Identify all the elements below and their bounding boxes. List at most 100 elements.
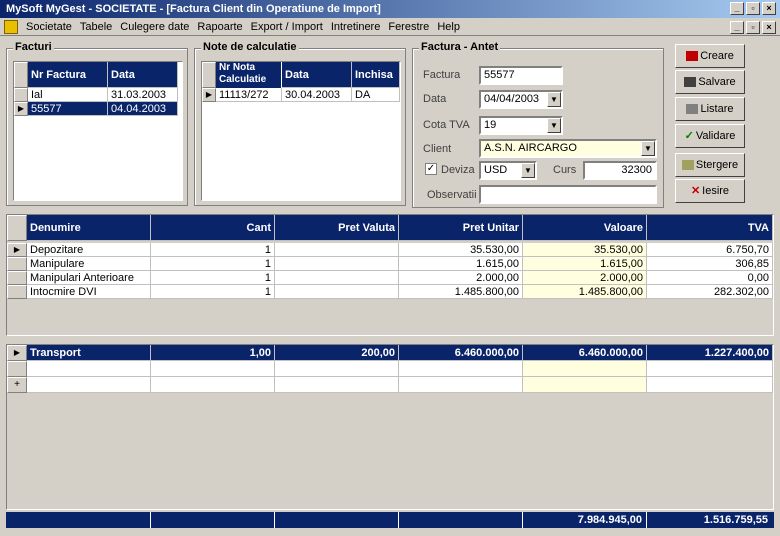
chevron-down-icon[interactable]: ▼	[547, 118, 561, 133]
table-cell[interactable]: 1.615,00	[399, 257, 523, 271]
antet-group: Factura - Antet Factura 55577 Data 04/04…	[412, 41, 664, 208]
creare-button[interactable]: Creare	[675, 44, 745, 68]
table-cell[interactable]: 31.03.2003	[108, 88, 178, 102]
table-row[interactable]: Transport	[27, 345, 151, 361]
col-cant[interactable]: Cant	[151, 215, 275, 241]
salvare-button[interactable]: Salvare	[675, 70, 745, 94]
empty-cell[interactable]	[523, 361, 647, 377]
minimize-button[interactable]: _	[730, 2, 744, 15]
table-cell[interactable]: 04.04.2003	[108, 102, 178, 116]
curs-input[interactable]: 32300	[583, 161, 657, 180]
empty-cell[interactable]	[647, 361, 773, 377]
table-cell[interactable]: 1	[151, 243, 275, 257]
empty-cell[interactable]	[151, 361, 275, 377]
table-row-selected[interactable]: 55577	[28, 102, 108, 116]
table-cell[interactable]	[275, 243, 399, 257]
chevron-down-icon[interactable]: ▼	[547, 92, 561, 107]
table-row[interactable]: 11113/272	[216, 88, 282, 102]
deviza-select[interactable]: USD ▼	[479, 161, 537, 180]
table-cell[interactable]: 30.04.2003	[282, 88, 352, 102]
validare-button[interactable]: ✓ Validare	[675, 124, 745, 148]
table-cell[interactable]: 1	[151, 257, 275, 271]
add-row-icon[interactable]: +	[7, 377, 27, 393]
table-cell[interactable]: 1,00	[151, 345, 275, 361]
empty-cell[interactable]	[275, 377, 399, 393]
col-pret-unitar[interactable]: Pret Unitar	[399, 215, 523, 241]
table-cell[interactable]: 0,00	[647, 271, 773, 285]
window-title: MySoft MyGest - SOCIETATE - [Factura Cli…	[0, 0, 780, 18]
observatii-input[interactable]	[479, 185, 657, 204]
factura-input[interactable]: 55577	[479, 66, 563, 85]
menu-ferestre[interactable]: Ferestre	[384, 18, 433, 36]
menu-tabele[interactable]: Tabele	[76, 18, 116, 36]
table-cell[interactable]: 6.460.000,00	[523, 345, 647, 361]
table-cell[interactable]: 6.460.000,00	[399, 345, 523, 361]
menu-help[interactable]: Help	[433, 18, 464, 36]
empty-cell[interactable]	[27, 361, 151, 377]
col-tva[interactable]: TVA	[647, 215, 773, 241]
menu-culegere[interactable]: Culegere date	[116, 18, 193, 36]
stergere-button[interactable]: Stergere	[675, 153, 745, 177]
table-cell[interactable]: 35.530,00	[399, 243, 523, 257]
cota-select[interactable]: 19 ▼	[479, 116, 563, 135]
col-pret-valuta[interactable]: Pret Valuta	[275, 215, 399, 241]
empty-cell[interactable]	[647, 377, 773, 393]
table-cell[interactable]: 306,85	[647, 257, 773, 271]
facturi-grid: Nr Factura Data Ial 31.03.2003 ▶ 55577 0…	[13, 61, 183, 201]
table-cell[interactable]	[275, 285, 399, 299]
col-valoare[interactable]: Valoare	[523, 215, 647, 241]
client-select[interactable]: A.S.N. AIRCARGO ▼	[479, 139, 657, 158]
empty-cell[interactable]	[523, 377, 647, 393]
table-row[interactable]: Intocmire DVI	[27, 285, 151, 299]
col-nr-factura[interactable]: Nr Factura	[28, 62, 108, 88]
close-button[interactable]: ×	[762, 2, 776, 15]
maximize-button[interactable]: ▫	[746, 2, 760, 15]
table-cell[interactable]: DA	[352, 88, 400, 102]
child-close-button[interactable]: ×	[762, 21, 776, 34]
table-cell[interactable]: 1	[151, 271, 275, 285]
chevron-down-icon[interactable]: ▼	[641, 141, 655, 156]
table-cell[interactable]: 1.485.800,00	[523, 285, 647, 299]
empty-cell[interactable]	[275, 361, 399, 377]
table-cell[interactable]: 2.000,00	[523, 271, 647, 285]
table-cell[interactable]: 35.530,00	[523, 243, 647, 257]
table-row[interactable]: Manipulare	[27, 257, 151, 271]
table-cell[interactable]: 6.750,70	[647, 243, 773, 257]
col-denumire[interactable]: Denumire	[27, 215, 151, 241]
table-cell[interactable]: 1.615,00	[523, 257, 647, 271]
col-data[interactable]: Data	[282, 62, 352, 88]
empty-cell[interactable]	[399, 377, 523, 393]
table-cell[interactable]	[275, 257, 399, 271]
iesire-button[interactable]: ✕ Iesire	[675, 179, 745, 203]
col-data[interactable]: Data	[108, 62, 178, 88]
table-cell[interactable]: 200,00	[275, 345, 399, 361]
table-cell[interactable]: 282.302,00	[647, 285, 773, 299]
empty-cell[interactable]	[27, 377, 151, 393]
col-inchisa[interactable]: Inchisa	[352, 62, 400, 88]
table-row[interactable]: Depozitare	[27, 243, 151, 257]
menu-societate[interactable]: Societate	[22, 18, 76, 36]
table-row[interactable]: Ial	[28, 88, 108, 102]
data-select[interactable]: 04/04/2003 ▼	[479, 90, 563, 109]
table-cell[interactable]	[275, 271, 399, 285]
menu-intretinere[interactable]: Intretinere	[327, 18, 385, 36]
table-row[interactable]: Manipulari Anterioare	[27, 271, 151, 285]
table-cell[interactable]: 2.000,00	[399, 271, 523, 285]
items-grid: Denumire Cant Pret Valuta Pret Unitar Va…	[6, 214, 774, 336]
menu-rapoarte[interactable]: Rapoarte	[193, 18, 246, 36]
app-icon[interactable]	[4, 20, 18, 35]
col-nr-nota[interactable]: Nr Nota Calculatie	[216, 62, 282, 88]
table-cell[interactable]: 1	[151, 285, 275, 299]
menu-export[interactable]: Export / Import	[247, 18, 327, 36]
table-cell[interactable]: 1.227.400,00	[647, 345, 773, 361]
empty-cell[interactable]	[399, 361, 523, 377]
table-cell[interactable]: 1.485.800,00	[399, 285, 523, 299]
print-icon	[686, 104, 699, 115]
empty-cell[interactable]	[151, 377, 275, 393]
child-restore-button[interactable]: ▫	[746, 21, 760, 34]
listare-button[interactable]: Listare	[675, 97, 745, 121]
totals-bar: 7.984.945,00 1.516.759,55	[6, 512, 774, 528]
deviza-checkbox[interactable]: ✓	[425, 163, 437, 175]
chevron-down-icon[interactable]: ▼	[521, 163, 535, 178]
child-minimize-button[interactable]: _	[730, 21, 744, 34]
